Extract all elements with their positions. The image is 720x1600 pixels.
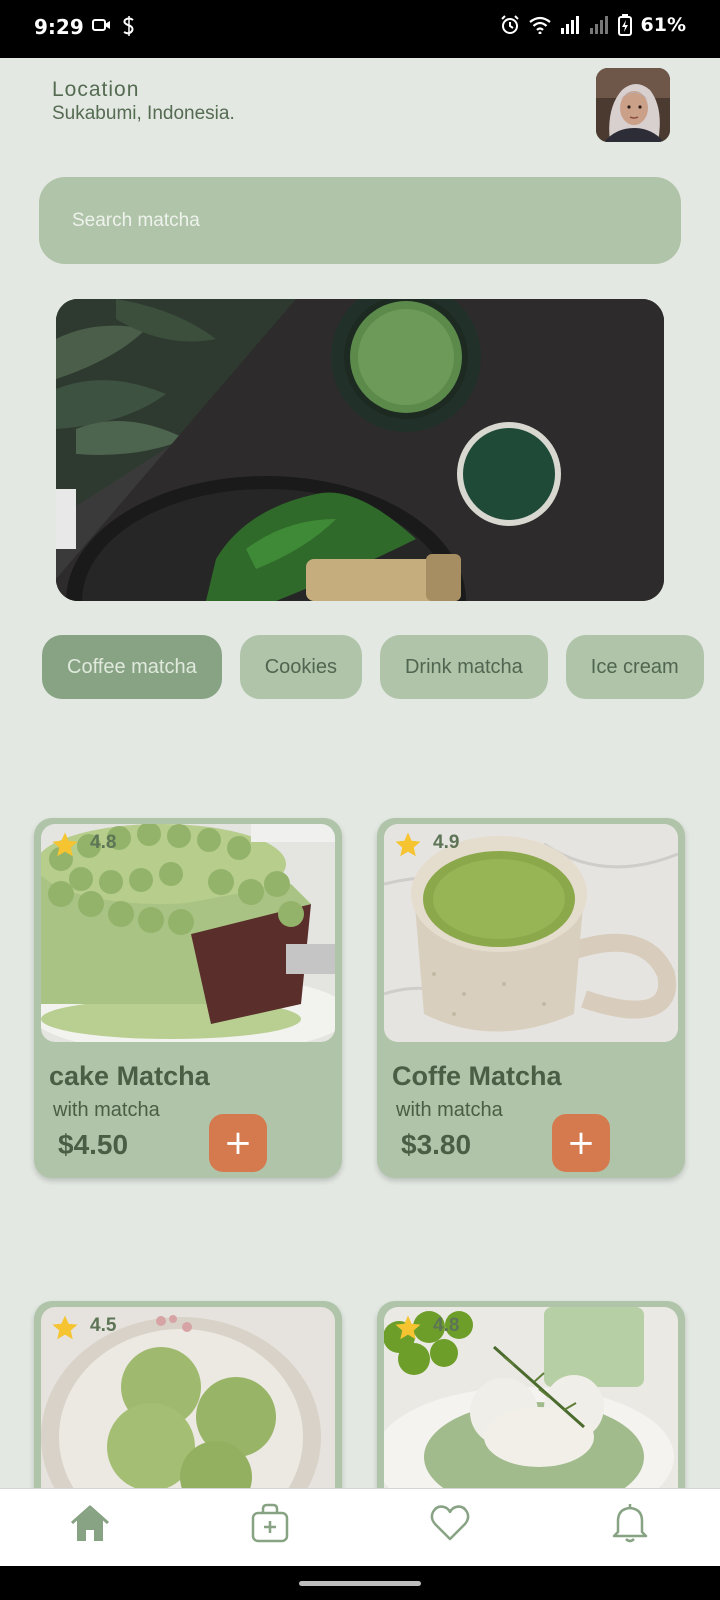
location-value[interactable]: Sukabumi, Indonesia.: [52, 103, 235, 125]
rating-value: 4.5: [90, 1315, 117, 1336]
rating-value: 4.8: [90, 832, 117, 853]
star-icon: [52, 832, 78, 857]
product-price: $4.50: [58, 1129, 129, 1160]
product-image: [41, 824, 335, 1042]
rating-value: 4.9: [433, 832, 460, 853]
heart-icon[interactable]: [428, 1501, 472, 1545]
star-icon: [395, 832, 421, 857]
status-time: 9:29: [34, 15, 84, 39]
banner-image: [56, 299, 664, 601]
product-card[interactable]: 4.9 Coffe Matcha with matcha $3.80 +: [377, 818, 685, 1178]
bag-icon[interactable]: [248, 1501, 292, 1545]
signal-icon: [589, 16, 608, 34]
battery-charging-icon: [617, 14, 632, 36]
bottom-nav: [0, 1488, 720, 1566]
product-price: $3.80: [401, 1129, 472, 1160]
product-subtitle: with matcha: [53, 1099, 160, 1121]
status-bar: 9:29 61%: [0, 0, 720, 58]
star-icon: [395, 1315, 421, 1340]
bell-icon[interactable]: [608, 1501, 652, 1545]
wifi-icon: [528, 16, 551, 34]
rating-value: 4.8: [433, 1315, 460, 1336]
home-gesture-handle[interactable]: [299, 1581, 421, 1586]
s-app-icon: [123, 16, 134, 36]
category-chips: Coffee matcha Cookies Drink matcha Ice c…: [42, 635, 704, 699]
system-navigation-bar: [0, 1566, 720, 1600]
battery-percent: 61%: [640, 14, 686, 36]
product-subtitle: with matcha: [396, 1099, 503, 1121]
chip-coffee-matcha[interactable]: Coffee matcha: [42, 635, 222, 699]
search-input[interactable]: [39, 177, 681, 264]
product-card[interactable]: 4.8 cake Matcha with matcha $4.50 +: [34, 818, 342, 1178]
product-name: Coffe Matcha: [392, 1061, 562, 1091]
avatar[interactable]: [596, 68, 670, 142]
video-icon: [92, 19, 110, 31]
alarm-icon: [500, 15, 519, 34]
location-label: Location: [52, 78, 140, 101]
home-screen: Location Sukabumi, Indonesia. Search mat…: [0, 58, 720, 1566]
chip-cookies[interactable]: Cookies: [239, 635, 362, 699]
chip-drink-matcha[interactable]: Drink matcha: [379, 635, 548, 699]
add-to-cart-button[interactable]: +: [209, 1114, 267, 1172]
product-image: [384, 824, 678, 1042]
chip-ice-cream[interactable]: Ice cream: [565, 635, 704, 699]
profile-photo: [596, 68, 670, 142]
signal-icon: [560, 16, 579, 34]
add-to-cart-button[interactable]: +: [552, 1114, 610, 1172]
star-icon: [52, 1315, 78, 1340]
product-name: cake Matcha: [49, 1061, 210, 1091]
promo-banner[interactable]: [56, 299, 664, 601]
home-icon[interactable]: [68, 1501, 112, 1545]
